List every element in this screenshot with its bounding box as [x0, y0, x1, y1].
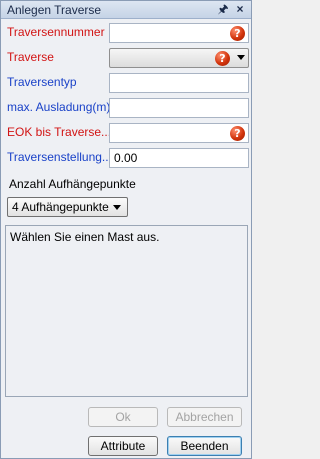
- eok-bis-traverse-label: EOK bis Traverse...: [7, 125, 112, 139]
- ok-button[interactable]: Ok: [88, 407, 158, 427]
- close-icon[interactable]: ×: [233, 2, 247, 16]
- chevron-down-icon[interactable]: [113, 205, 121, 210]
- traversentyp-input[interactable]: [109, 73, 249, 93]
- error-icon: ?: [215, 51, 230, 66]
- traversenstellung-input[interactable]: 0.00: [109, 148, 249, 168]
- eok-bis-traverse-input[interactable]: ?: [109, 123, 249, 143]
- traversenstellung-label: Traversenstellung...: [7, 150, 112, 164]
- traversennummer-input[interactable]: ?: [109, 23, 249, 43]
- traverse-combo[interactable]: ?: [109, 48, 249, 68]
- error-icon: ?: [230, 26, 245, 41]
- traversentyp-label: Traversentyp: [7, 75, 77, 89]
- max-ausladung-input[interactable]: [109, 98, 249, 118]
- message-text: Wählen Sie einen Mast aus.: [10, 230, 160, 244]
- title-bar[interactable]: Anlegen Traverse 🖈 ×: [1, 1, 251, 19]
- pin-icon[interactable]: 🖈: [216, 2, 230, 16]
- aufhaengepunkte-select[interactable]: 4 Aufhängepunkte: [7, 197, 128, 217]
- abbrechen-button[interactable]: Abbrechen: [167, 407, 242, 427]
- error-icon: ?: [230, 126, 245, 141]
- aufhaengepunkte-value: 4 Aufhängepunkte: [12, 200, 109, 214]
- traversennummer-label: Traversennummer: [7, 25, 105, 39]
- attribute-button[interactable]: Attribute: [88, 436, 158, 456]
- window-title: Anlegen Traverse: [7, 3, 102, 17]
- dialog-window: Anlegen Traverse 🖈 × Traversennummer ? T…: [0, 0, 252, 459]
- max-ausladung-label: max. Ausladung(m): [7, 100, 111, 114]
- message-panel: Wählen Sie einen Mast aus.: [5, 225, 248, 397]
- traverse-label: Traverse: [7, 50, 54, 64]
- chevron-down-icon[interactable]: [237, 55, 245, 60]
- aufhaengepunkte-label: Anzahl Aufhängepunkte: [9, 177, 136, 191]
- beenden-button[interactable]: Beenden: [167, 436, 242, 456]
- traversenstellung-value: 0.00: [114, 151, 138, 165]
